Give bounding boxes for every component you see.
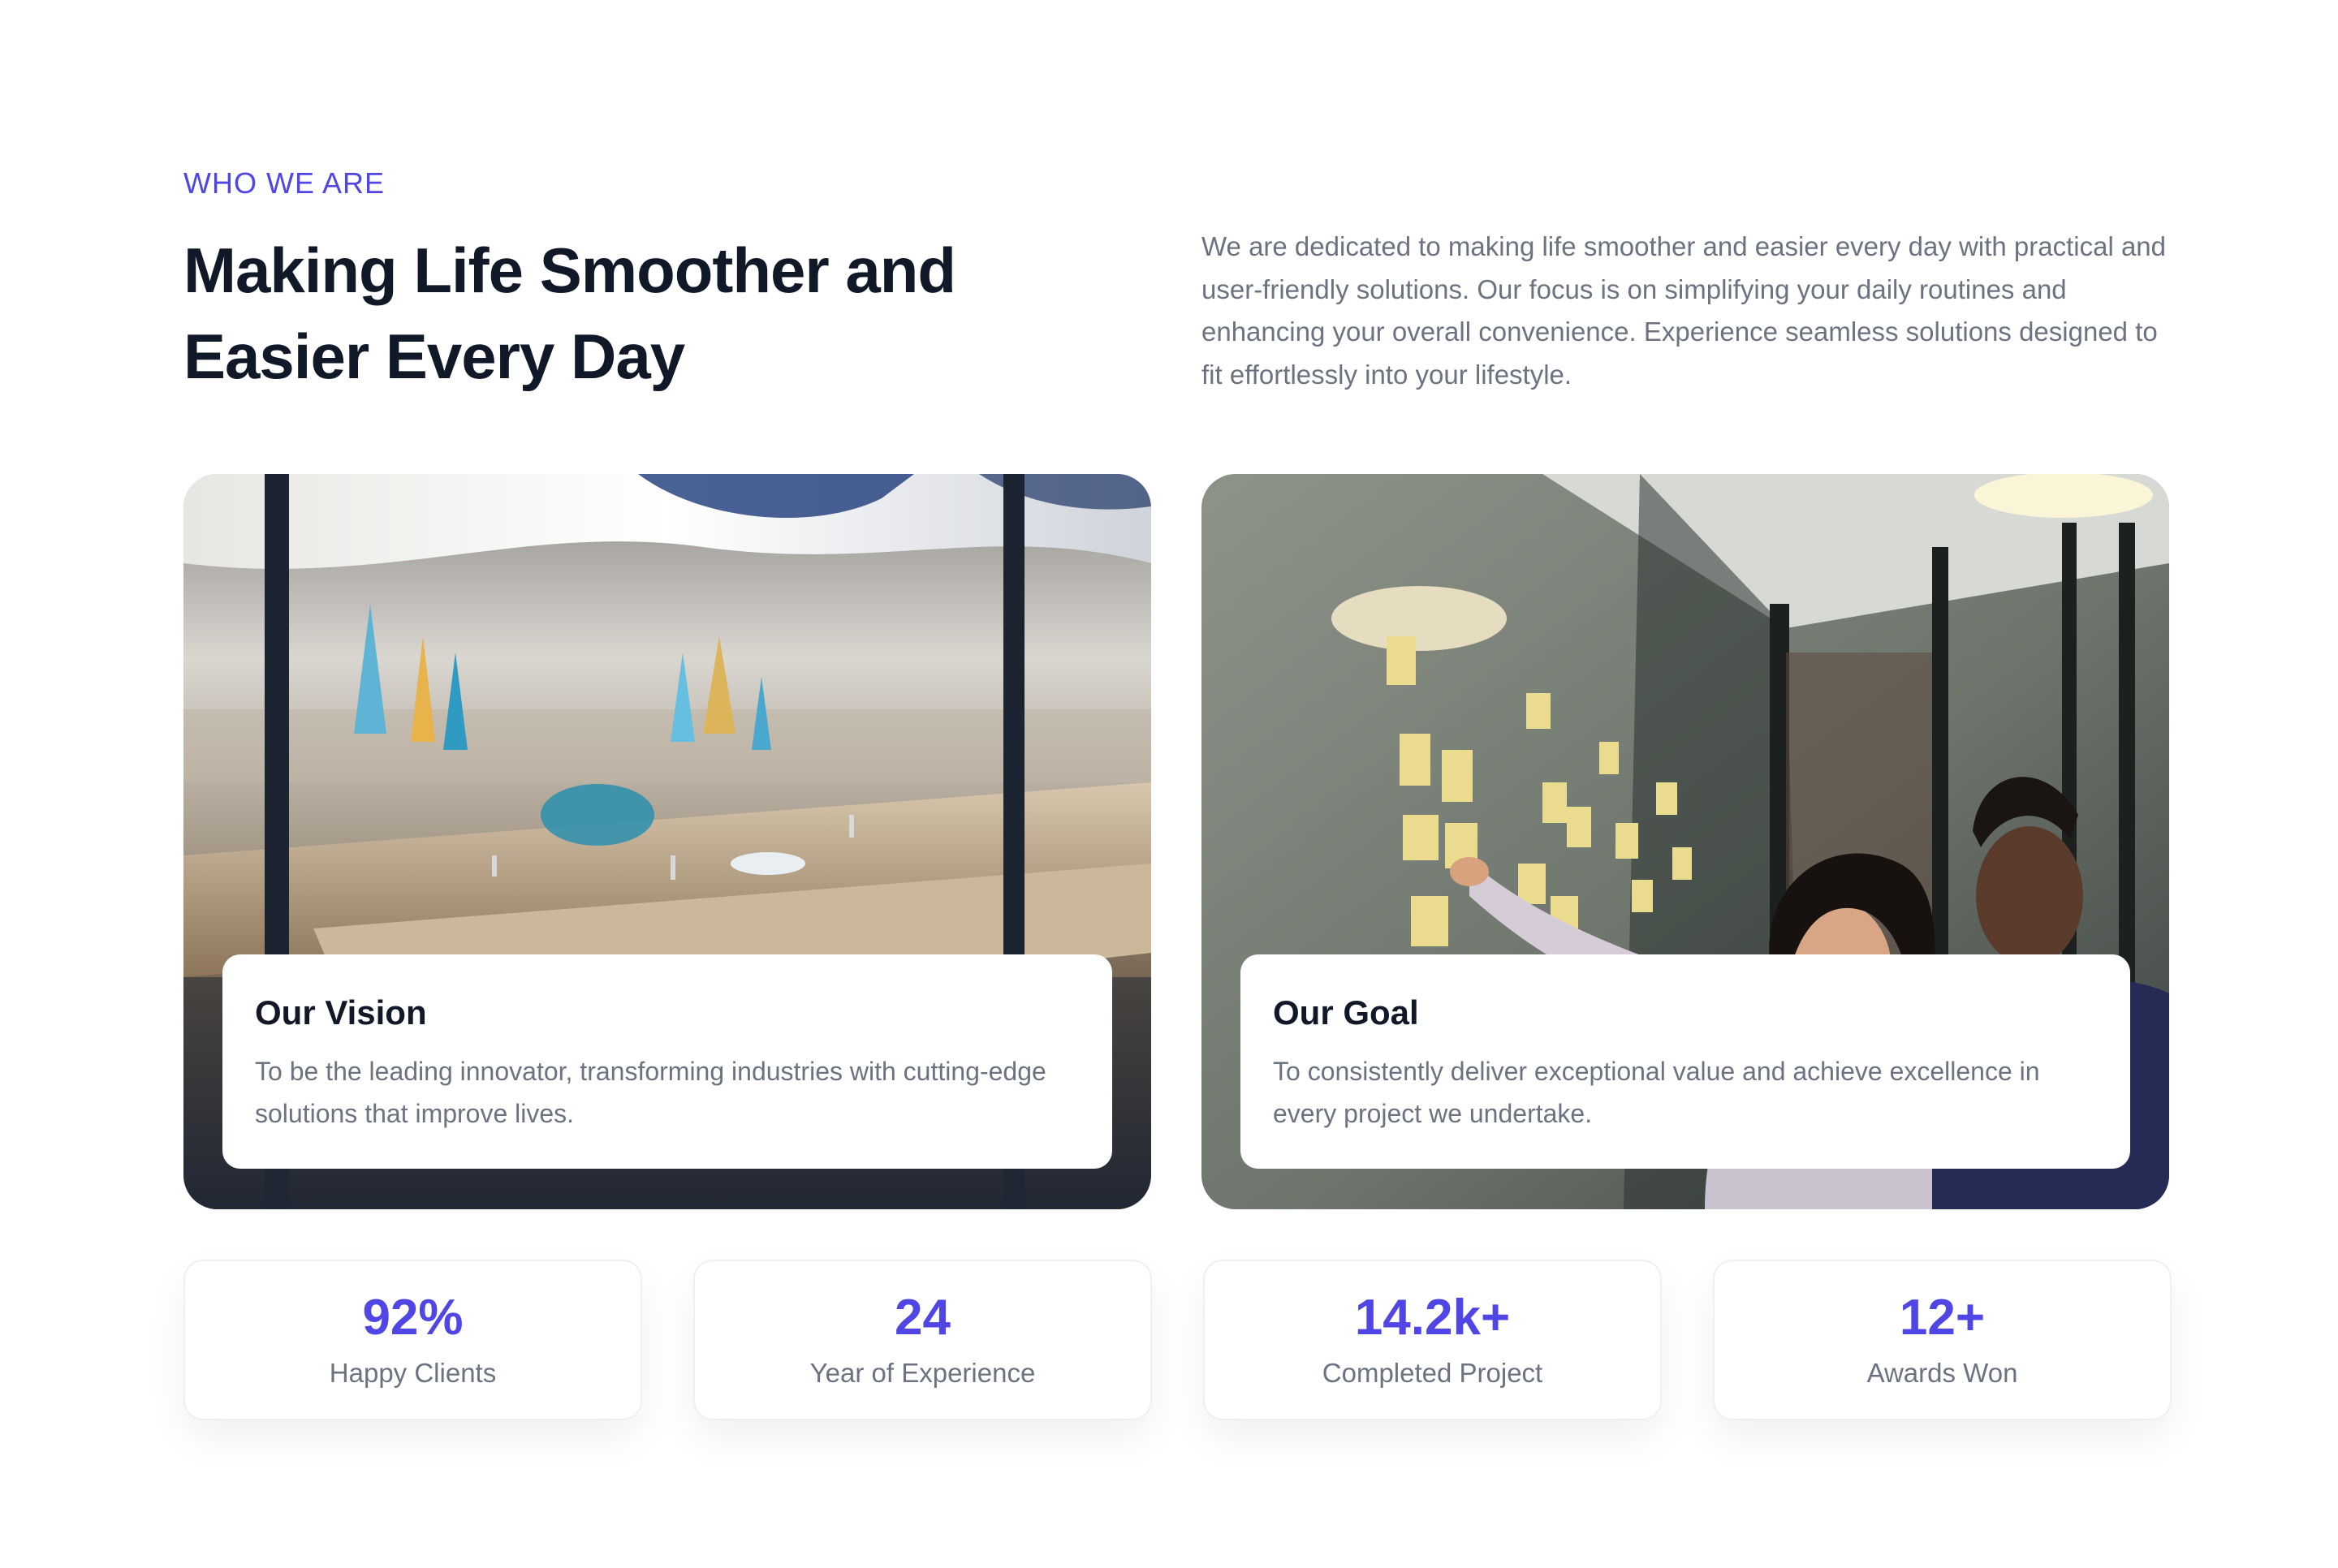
vision-text: To be the leading innovator, transformin…	[255, 1057, 1046, 1128]
stat-label: Happy Clients	[329, 1358, 497, 1388]
stat-label: Year of Experience	[809, 1358, 1036, 1388]
stat-value: 24	[895, 1290, 951, 1346]
stats-row: 92% Happy Clients 24 Year of Experience …	[183, 1260, 2172, 1420]
stat-label: Completed Project	[1322, 1358, 1543, 1388]
headline-line-1: Making Life Smoother and	[183, 235, 956, 306]
stat-value: 92%	[362, 1290, 464, 1346]
stat-card-experience: 24 Year of Experience	[693, 1260, 1152, 1420]
goal-caption: Our Goal To consistently deliver excepti…	[1240, 954, 2130, 1169]
stat-value: 12+	[1899, 1290, 1986, 1346]
stat-card-completed-projects: 14.2k+ Completed Project	[1203, 1260, 1662, 1420]
section-headline: Making Life Smoother and Easier Every Da…	[183, 227, 1141, 399]
stat-card-happy-clients: 92% Happy Clients	[183, 1260, 642, 1420]
goal-title: Our Goal	[1273, 993, 1419, 1032]
stat-card-awards: 12+ Awards Won	[1713, 1260, 2172, 1420]
about-section: WHO WE ARE Making Life Smoother and Easi…	[0, 0, 2338, 1568]
vision-title: Our Vision	[255, 993, 427, 1032]
intro-paragraph: We are dedicated to making life smoother…	[1201, 231, 2167, 390]
stat-label: Awards Won	[1866, 1358, 2018, 1388]
goal-text: To consistently deliver exceptional valu…	[1273, 1057, 2040, 1128]
goal-card: Our Goal To consistently deliver excepti…	[1201, 474, 2169, 1209]
headline-line-2: Easier Every Day	[183, 321, 685, 392]
vision-caption: Our Vision To be the leading innovator, …	[222, 954, 1112, 1169]
vision-card: Our Vision To be the leading innovator, …	[183, 474, 1151, 1209]
stat-value: 14.2k+	[1354, 1290, 1511, 1346]
section-eyebrow: WHO WE ARE	[183, 166, 386, 200]
